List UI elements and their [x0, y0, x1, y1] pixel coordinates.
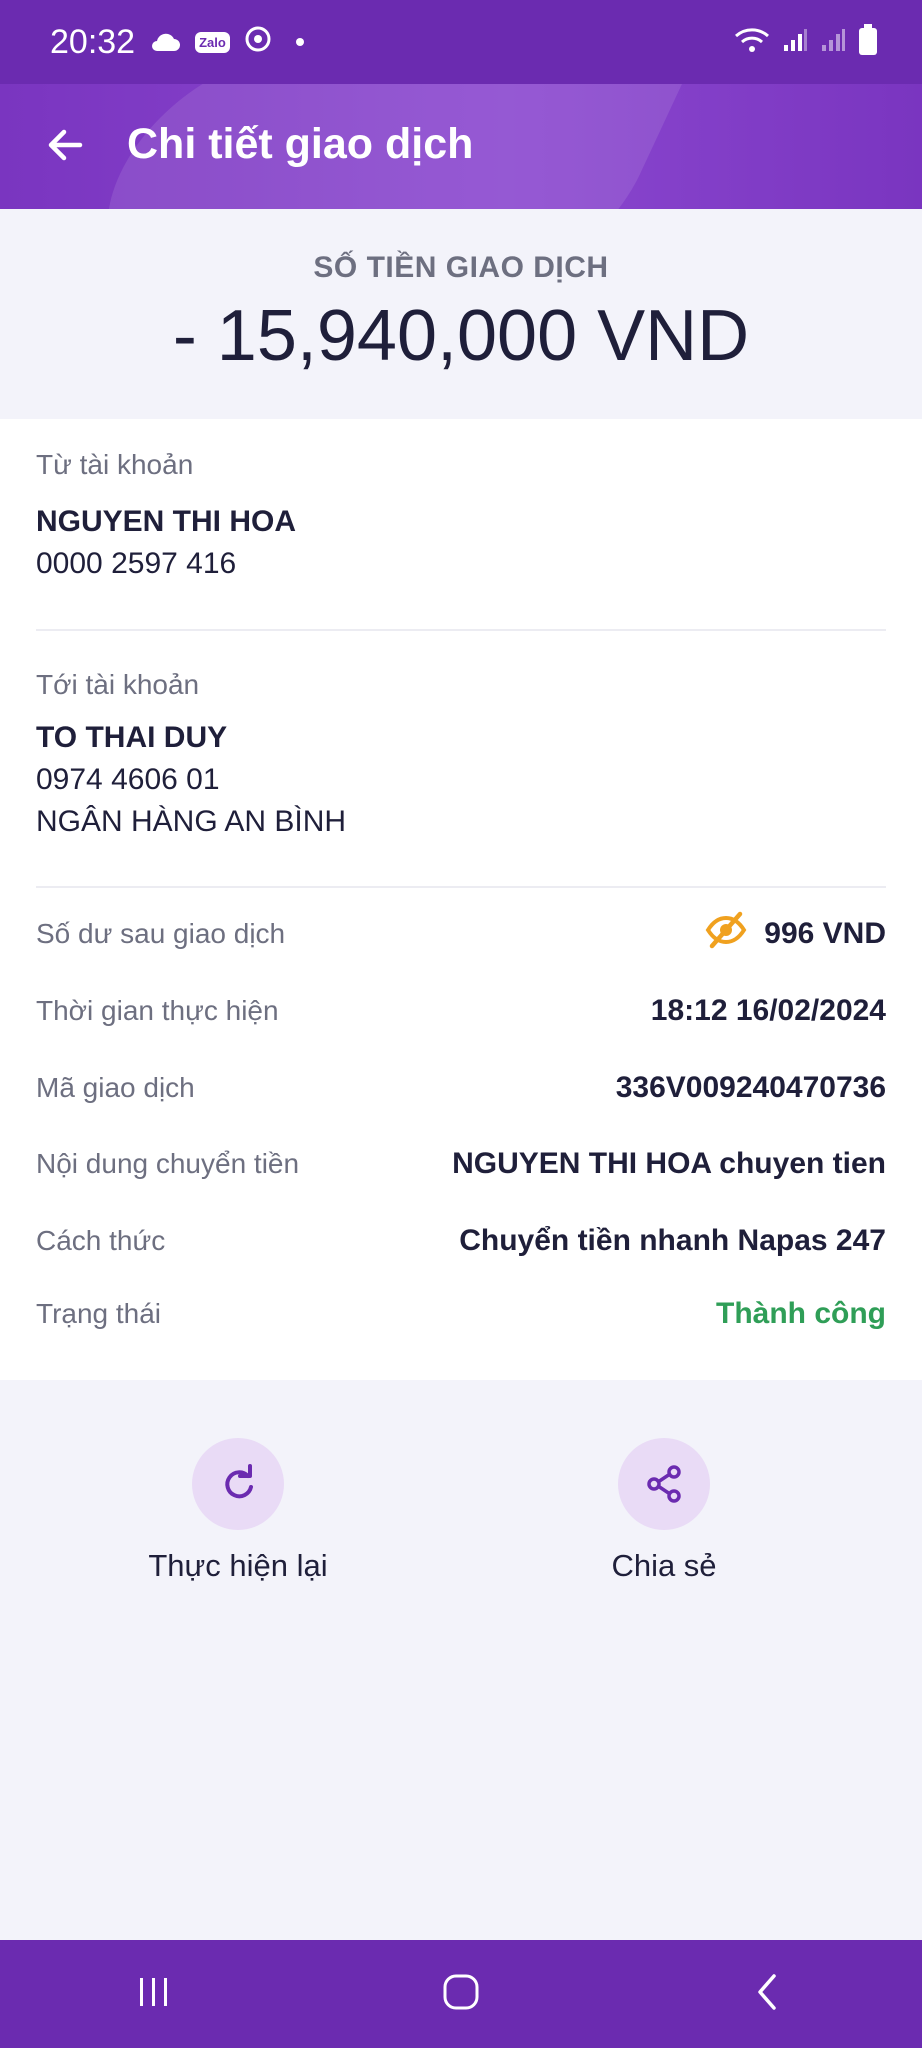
- from-account-number: 0000 2597 416: [36, 547, 237, 580]
- app-bar: Chi tiết giao dịch: [0, 84, 922, 209]
- recent-apps-icon[interactable]: [134, 1972, 174, 2017]
- zalo-icon: Zalo: [195, 31, 230, 53]
- time-row: Thời gian thực hiện 18:12 16/02/2024: [36, 986, 886, 1036]
- divider: [36, 886, 886, 888]
- redo-button[interactable]: Thực hiện lại: [108, 1438, 368, 1584]
- from-account-name: NGUYEN THI HOA: [36, 505, 297, 538]
- status-time: 20:32: [50, 22, 136, 61]
- amount-section: SỐ TIỀN GIAO DỊCH - 15,940,000 VND: [0, 209, 922, 419]
- eye-off-icon[interactable]: [704, 910, 748, 958]
- status-bar: 20:32 Zalo: [0, 0, 922, 84]
- content-value: NGUYEN THI HOA chuyen tien: [452, 1147, 886, 1180]
- redo-circle[interactable]: [192, 1438, 284, 1530]
- to-account-bank: NGÂN HÀNG AN BÌNH: [36, 805, 347, 838]
- share-icon: [647, 1465, 681, 1503]
- back-nav-icon[interactable]: [748, 1972, 788, 2017]
- actions-section: Thực hiện lại Chia sẻ: [0, 1380, 922, 1940]
- signal-icon: [782, 27, 808, 58]
- transaction-code-row: Mã giao dịch 336V009240470736: [36, 1063, 886, 1113]
- method-row: Cách thức Chuyển tiền nhanh Napas 247: [36, 1216, 886, 1266]
- system-nav-bar: [0, 1940, 922, 2048]
- page-title: Chi tiết giao dịch: [127, 120, 474, 168]
- balance-label: Số dư sau giao dịch: [36, 918, 286, 949]
- refresh-icon: [225, 1464, 253, 1499]
- wifi-icon: [734, 26, 770, 59]
- method-value: Chuyển tiền nhanh Napas 247: [459, 1224, 886, 1257]
- share-circle[interactable]: [618, 1438, 710, 1530]
- cloud-icon: [149, 23, 181, 62]
- to-account-number: 0974 4606 01: [36, 763, 220, 796]
- home-icon[interactable]: [441, 1972, 481, 2017]
- amount-value: - 15,940,000 VND: [172, 296, 750, 376]
- to-account-label: Tới tài khoản: [36, 669, 200, 700]
- balance-value-group: 996 VND: [704, 910, 886, 958]
- from-account-label: Từ tài khoản: [36, 449, 194, 480]
- balance-row: Số dư sau giao dịch 996 VND: [36, 909, 886, 959]
- transaction-code-label: Mã giao dịch: [36, 1072, 195, 1103]
- back-button[interactable]: [42, 122, 88, 168]
- notification-dot-icon: [295, 38, 304, 46]
- from-account-block: Từ tài khoản NGUYEN THI HOA 0000 2597 41…: [36, 449, 886, 581]
- status-value: Thành công: [716, 1297, 886, 1330]
- status-label: Trạng thái: [36, 1298, 162, 1329]
- method-label: Cách thức: [36, 1225, 166, 1256]
- arrow-left-icon: [48, 129, 83, 161]
- balance-value: 996 VND: [764, 917, 886, 950]
- status-row: Trạng thái Thành công: [36, 1289, 886, 1339]
- share-label: Chia sẻ: [611, 1548, 717, 1583]
- transaction-code-value: 336V009240470736: [615, 1071, 886, 1104]
- amount-label: SỐ TIỀN GIAO DỊCH: [313, 251, 609, 284]
- time-label: Thời gian thực hiện: [36, 995, 279, 1026]
- battery-icon: [858, 23, 878, 61]
- content-row: Nội dung chuyển tiền NGUYEN THI HOA chuy…: [36, 1139, 886, 1189]
- sync-icon: [244, 23, 272, 62]
- to-account-block: Tới tài khoản TO THAI DUY 0974 4606 01 N…: [36, 669, 886, 839]
- redo-label: Thực hiện lại: [148, 1548, 328, 1583]
- content-label: Nội dung chuyển tiền: [36, 1148, 300, 1179]
- share-button[interactable]: Chia sẻ: [534, 1438, 794, 1584]
- divider: [36, 629, 886, 631]
- to-account-name: TO THAI DUY: [36, 721, 228, 754]
- signal-icon-2: [820, 27, 846, 58]
- transaction-details-card: Từ tài khoản NGUYEN THI HOA 0000 2597 41…: [0, 419, 922, 1380]
- time-value: 18:12 16/02/2024: [650, 994, 886, 1027]
